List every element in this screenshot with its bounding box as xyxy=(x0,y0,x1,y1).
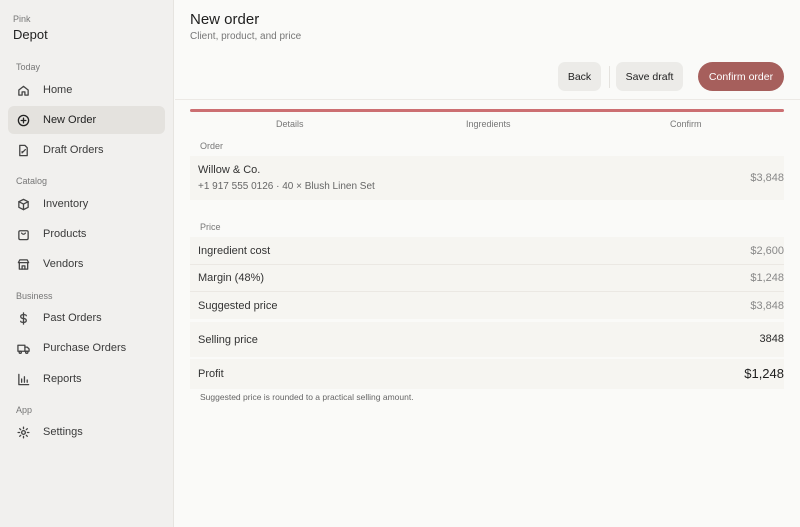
margin-value: $1,248 xyxy=(750,272,784,284)
rounding-note: Suggested price is rounded to a practica… xyxy=(200,392,414,402)
sidebar-item-label: Past Orders xyxy=(43,312,102,324)
back-button[interactable]: Back xyxy=(558,62,601,91)
row-divider xyxy=(190,291,784,292)
client-name: Willow & Co. xyxy=(198,164,261,176)
bag-icon xyxy=(16,227,30,241)
profit-label: Profit xyxy=(198,368,224,380)
profit-value: $1,248 xyxy=(744,366,784,381)
main-content: New order Client, product, and price Bac… xyxy=(175,0,800,527)
sidebar-item-past-orders[interactable]: Past Orders xyxy=(8,304,165,332)
confirm-order-button[interactable]: Confirm order xyxy=(698,62,784,91)
row-divider xyxy=(190,264,784,265)
sidebar-item-label: Home xyxy=(43,84,73,96)
order-total: $3,848 xyxy=(750,172,784,184)
bar-chart-icon xyxy=(16,372,30,386)
order-card[interactable] xyxy=(190,156,784,200)
sidebar-item-new-order[interactable]: New Order xyxy=(8,106,165,134)
ingredient-cost-value: $2,600 xyxy=(750,245,784,257)
brand-top: Pink xyxy=(13,14,31,24)
sidebar-item-label: New Order xyxy=(43,114,97,126)
sidebar-item-label: Inventory xyxy=(43,198,89,210)
sidebar-item-products[interactable]: Products xyxy=(8,220,165,248)
sidebar-item-label: Settings xyxy=(43,426,83,438)
box-icon xyxy=(16,197,30,211)
selling-price-input[interactable] xyxy=(664,333,784,345)
sidebar-item-label: Vendors xyxy=(43,258,84,270)
sidebar-item-label: Purchase Orders xyxy=(43,342,127,354)
button-divider xyxy=(609,66,610,88)
page-subtitle: Client, product, and price xyxy=(190,31,302,42)
sidebar-item-label: Reports xyxy=(43,373,82,385)
truck-icon xyxy=(16,341,30,355)
header-divider xyxy=(175,99,800,100)
margin-label: Margin (48%) xyxy=(198,272,265,284)
sidebar: Pink Depot Today Home New Order Draft Or… xyxy=(0,0,174,527)
price-breakdown-card xyxy=(190,237,784,319)
step-ingredients[interactable]: Ingredients xyxy=(466,119,511,129)
draft-doc-icon xyxy=(16,143,30,157)
page-title: New order xyxy=(190,11,260,28)
order-details: +1 917 555 0126 · 40 × Blush Linen Set xyxy=(198,181,375,192)
progress-bar xyxy=(190,109,784,112)
profit-card xyxy=(190,359,784,389)
plus-circle-icon xyxy=(16,113,30,127)
suggested-price-value: $3,848 xyxy=(750,300,784,312)
dollar-icon xyxy=(16,311,30,325)
save-draft-button[interactable]: Save draft xyxy=(616,62,683,91)
sidebar-item-vendors[interactable]: Vendors xyxy=(8,250,165,278)
step-confirm[interactable]: Confirm xyxy=(670,119,702,129)
section-catalog: Catalog xyxy=(16,176,48,186)
home-icon xyxy=(16,83,30,97)
section-today: Today xyxy=(16,62,41,72)
step-details[interactable]: Details xyxy=(276,119,304,129)
gear-icon xyxy=(16,425,30,439)
sidebar-item-home[interactable]: Home xyxy=(8,76,165,104)
sidebar-item-reports[interactable]: Reports xyxy=(8,365,165,393)
order-group-label: Order xyxy=(200,141,224,151)
section-business: Business xyxy=(16,291,53,301)
sidebar-item-inventory[interactable]: Inventory xyxy=(8,190,165,218)
suggested-price-label: Suggested price xyxy=(198,300,278,312)
brand: Pink Depot xyxy=(13,14,48,42)
store-icon xyxy=(16,257,30,271)
ingredient-cost-label: Ingredient cost xyxy=(198,245,271,257)
brand-name: Depot xyxy=(13,27,48,42)
sidebar-item-draft-orders[interactable]: Draft Orders xyxy=(8,136,165,164)
sidebar-item-label: Draft Orders xyxy=(43,144,104,156)
selling-price-label: Selling price xyxy=(198,334,258,346)
sidebar-item-settings[interactable]: Settings xyxy=(8,418,165,446)
sidebar-item-purchase-orders[interactable]: Purchase Orders xyxy=(8,334,165,362)
price-group-label: Price xyxy=(200,222,221,232)
section-app: App xyxy=(16,405,33,415)
sidebar-item-label: Products xyxy=(43,228,87,240)
